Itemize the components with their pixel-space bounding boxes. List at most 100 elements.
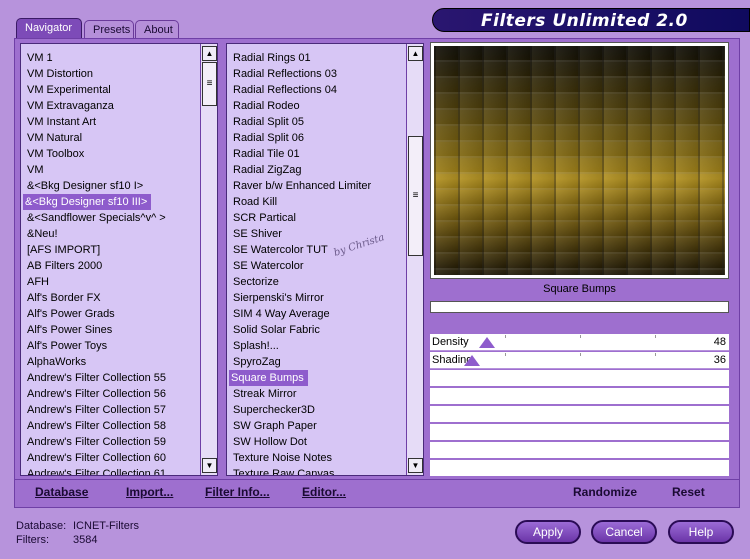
- list-row[interactable]: Radial ZigZag: [227, 162, 405, 178]
- list-row[interactable]: Alf's Power Sines: [21, 322, 199, 338]
- list-item[interactable]: SIM 4 Way Average: [227, 306, 405, 322]
- list-row[interactable]: VM Instant Art: [21, 114, 199, 130]
- list-item[interactable]: VM Extravaganza: [21, 98, 199, 114]
- list-row[interactable]: SW Hollow Dot: [227, 434, 405, 450]
- list-item[interactable]: SpyroZag: [227, 354, 405, 370]
- list-row[interactable]: Andrew's Filter Collection 61: [21, 466, 199, 475]
- list-row[interactable]: Raver b/w Enhanced Limiter: [227, 178, 405, 194]
- list-row[interactable]: VM Extravaganza: [21, 98, 199, 114]
- list-item[interactable]: &Neu!: [21, 226, 199, 242]
- editor-button[interactable]: Editor...: [302, 485, 346, 499]
- list-item[interactable]: AB Filters 2000: [21, 258, 199, 274]
- import-button[interactable]: Import...: [126, 485, 173, 499]
- list-row[interactable]: VM: [21, 162, 199, 178]
- list-item[interactable]: Radial Rodeo: [227, 98, 405, 114]
- list-row[interactable]: Radial Split 06: [227, 130, 405, 146]
- list-item[interactable]: &<Sandflower Specials^v^ >: [21, 210, 199, 226]
- list-item[interactable]: Square Bumps: [229, 370, 308, 386]
- list-row[interactable]: Radial Split 05: [227, 114, 405, 130]
- list-row[interactable]: Andrew's Filter Collection 55: [21, 370, 199, 386]
- list-item[interactable]: VM Distortion: [21, 66, 199, 82]
- list-item[interactable]: Andrew's Filter Collection 61: [21, 466, 199, 475]
- list-item[interactable]: Alf's Power Grads: [21, 306, 199, 322]
- list-row[interactable]: Radial Rodeo: [227, 98, 405, 114]
- list-row[interactable]: Alf's Power Toys: [21, 338, 199, 354]
- list-row[interactable]: Alf's Power Grads: [21, 306, 199, 322]
- list-row[interactable]: Sectorize: [227, 274, 405, 290]
- list-row[interactable]: &Neu!: [21, 226, 199, 242]
- list-item[interactable]: VM: [21, 162, 199, 178]
- list-row[interactable]: VM 1: [21, 50, 199, 66]
- category-list[interactable]: VM 1 VM Distortion VM Experimental VM Extra…: [20, 43, 218, 476]
- list-item[interactable]: VM Natural: [21, 130, 199, 146]
- list-item[interactable]: Andrew's Filter Collection 60: [21, 450, 199, 466]
- list-item[interactable]: Radial Tile 01: [227, 146, 405, 162]
- tab-navigator[interactable]: Navigator: [16, 18, 82, 40]
- list-row[interactable]: Texture Raw Canvas: [227, 466, 405, 475]
- list-item[interactable]: Streak Mirror: [227, 386, 405, 402]
- list-item[interactable]: Texture Raw Canvas: [227, 466, 405, 475]
- list-row[interactable]: &<Bkg Designer sf10 I>: [21, 178, 199, 194]
- list-item[interactable]: SW Hollow Dot: [227, 434, 405, 450]
- scroll-thumb[interactable]: ≡: [202, 62, 217, 106]
- scroll-thumb[interactable]: ≡: [408, 136, 423, 256]
- list-row[interactable]: SpyroZag: [227, 354, 405, 370]
- list-row[interactable]: Splash!...: [227, 338, 405, 354]
- list-row[interactable]: Superchecker3D: [227, 402, 405, 418]
- randomize-button[interactable]: Randomize: [573, 485, 637, 499]
- list-row[interactable]: &<Sandflower Specials^v^ >: [21, 210, 199, 226]
- list-item[interactable]: Radial Split 06: [227, 130, 405, 146]
- list-item[interactable]: &<Bkg Designer sf10 I>: [21, 178, 199, 194]
- list-row[interactable]: Radial Tile 01: [227, 146, 405, 162]
- list-item[interactable]: Texture Noise Notes: [227, 450, 405, 466]
- list-row[interactable]: Square Bumps: [227, 370, 405, 386]
- list-row[interactable]: SCR Partical: [227, 210, 405, 226]
- list-row[interactable]: Sierpenski's Mirror: [227, 290, 405, 306]
- list-row[interactable]: AB Filters 2000: [21, 258, 199, 274]
- list-item[interactable]: Radial Split 05: [227, 114, 405, 130]
- list-item[interactable]: Road Kill: [227, 194, 405, 210]
- list-item[interactable]: Splash!...: [227, 338, 405, 354]
- list-item[interactable]: Andrew's Filter Collection 59: [21, 434, 199, 450]
- list-item[interactable]: Alf's Power Sines: [21, 322, 199, 338]
- list-item[interactable]: SCR Partical: [227, 210, 405, 226]
- list-item[interactable]: [AFS IMPORT]: [21, 242, 199, 258]
- list-row[interactable]: [AFS IMPORT]: [21, 242, 199, 258]
- list-item[interactable]: Radial ZigZag: [227, 162, 405, 178]
- list-item[interactable]: SW Graph Paper: [227, 418, 405, 434]
- list-row[interactable]: Road Kill: [227, 194, 405, 210]
- list-row[interactable]: VM Experimental: [21, 82, 199, 98]
- list-row[interactable]: AlphaWorks: [21, 354, 199, 370]
- filter-info-button[interactable]: Filter Info...: [205, 485, 270, 499]
- list-item[interactable]: VM 1: [21, 50, 199, 66]
- list-row[interactable]: Andrew's Filter Collection 57: [21, 402, 199, 418]
- list-row[interactable]: VM Distortion: [21, 66, 199, 82]
- list-row[interactable]: Radial Rings 01: [227, 50, 405, 66]
- list-item[interactable]: Alf's Power Toys: [21, 338, 199, 354]
- list-row[interactable]: VM Toolbox: [21, 146, 199, 162]
- shading-slider-thumb[interactable]: [464, 355, 480, 366]
- help-button[interactable]: Help: [668, 520, 734, 544]
- list-item[interactable]: Radial Reflections 04: [227, 82, 405, 98]
- database-button[interactable]: Database: [35, 485, 88, 499]
- list-row[interactable]: Andrew's Filter Collection 56: [21, 386, 199, 402]
- list-item[interactable]: Radial Reflections 03: [227, 66, 405, 82]
- list-row[interactable]: AFH: [21, 274, 199, 290]
- list-item[interactable]: VM Instant Art: [21, 114, 199, 130]
- density-slider-thumb[interactable]: [479, 337, 495, 348]
- shading-slider[interactable]: Shading 36: [430, 352, 729, 369]
- list-item[interactable]: VM Experimental: [21, 82, 199, 98]
- list-item[interactable]: Alf's Border FX: [21, 290, 199, 306]
- scroll-down-icon[interactable]: ▼: [408, 458, 423, 473]
- list-item[interactable]: Andrew's Filter Collection 55: [21, 370, 199, 386]
- list-item[interactable]: VM Toolbox: [21, 146, 199, 162]
- tab-presets[interactable]: Presets: [84, 20, 134, 39]
- cancel-button[interactable]: Cancel: [591, 520, 657, 544]
- list-item[interactable]: Raver b/w Enhanced Limiter: [227, 178, 405, 194]
- list-item[interactable]: Radial Rings 01: [227, 50, 405, 66]
- list-item[interactable]: Sectorize: [227, 274, 405, 290]
- scroll-up-icon[interactable]: ▲: [408, 46, 423, 61]
- category-scrollbar[interactable]: ▲ ≡ ▼: [200, 44, 217, 475]
- list-row[interactable]: SW Graph Paper: [227, 418, 405, 434]
- density-slider[interactable]: Density 48: [430, 334, 729, 351]
